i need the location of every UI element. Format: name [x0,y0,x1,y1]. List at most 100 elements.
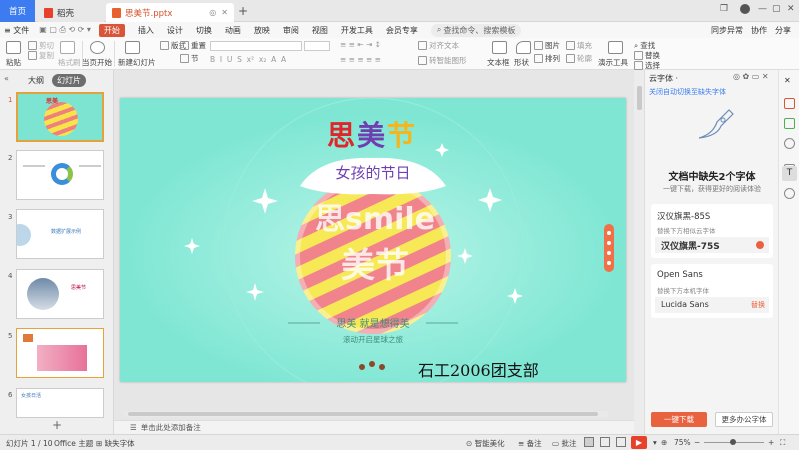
maximize-icon[interactable]: ▢ [772,4,781,14]
panel-header-icons[interactable]: ◎ ✿ ▭ ✕ [733,72,769,81]
slide-thumb-6[interactable]: 女孩日活 [16,388,104,418]
tab-start[interactable]: 开始 [98,23,125,37]
download-all-button[interactable]: 一键下载 [651,412,707,427]
tab-animation[interactable]: 动画 [225,25,241,36]
command-search[interactable]: ⌕ 查找命令、搜索模板 [430,23,522,37]
scroll-thumb[interactable] [637,86,642,110]
zoom-in-icon[interactable]: + [768,438,774,447]
shape-button[interactable]: 形状 [514,57,529,68]
share-button[interactable]: 分享 [775,25,791,36]
notes-area[interactable]: ☰ 单击此处添加备注 [114,420,634,434]
slide-thumb-4[interactable]: 思美节 [16,269,104,319]
zoom-level[interactable]: 75% [674,438,691,447]
vertical-scrollbar[interactable] [634,70,644,434]
font-panel-icon[interactable]: T [782,166,797,181]
textbox-button[interactable]: 文本框 [487,57,510,68]
tools-icon[interactable] [608,41,623,54]
align-text-button[interactable]: 对齐文本 [418,40,459,51]
smart-beautify-button[interactable]: ⊙ 智能美化 [466,438,505,449]
slide-canvas[interactable]: 思美节 女孩的节日 思smile 美节 思美 就是想得美 滚动开启星球之旅 石工… [120,98,626,382]
fill-button[interactable]: 填充 [566,40,592,51]
font-format-buttons[interactable]: B I U S x² x₂ A A [210,55,286,64]
copy-button[interactable]: 复制 [28,50,54,61]
tab-review[interactable]: 审阅 [283,25,299,36]
section-button[interactable]: 节 [180,53,199,64]
missing-fonts-status[interactable]: ⊞ 缺失字体 [96,438,135,449]
reading-view-icon[interactable] [616,437,626,447]
avatar[interactable] [740,4,750,14]
tools-button[interactable]: 演示工具 [598,57,628,68]
tab-insert[interactable]: 插入 [138,25,154,36]
auto-switch-link[interactable]: 关闭自动切换至缺失字体 [649,87,726,97]
horizontal-scrollbar[interactable] [124,411,608,417]
format-painter-button[interactable]: 格式刷 [58,57,81,68]
tab-slideshow[interactable]: 放映 [254,25,270,36]
play-from-current-icon[interactable] [90,41,105,54]
picture-button[interactable]: 图片 [534,40,560,51]
tab-controls[interactable]: ◎ ✕ [209,8,228,17]
new-slide-button[interactable]: 新建幻灯片 [118,57,156,68]
comments-toggle[interactable]: ▭ 批注 [552,438,576,449]
close-icon[interactable]: ✕ [787,4,795,14]
thumb-planet [44,102,78,136]
settings-icon[interactable] [784,138,795,149]
font-family-select[interactable] [210,41,302,51]
close-panel-icon[interactable]: ✕ [784,76,795,87]
font-size-select[interactable] [304,41,330,51]
help-icon[interactable] [784,188,795,199]
from-current-button[interactable]: 当页开始 [82,57,112,68]
sorter-view-icon[interactable] [600,437,610,447]
outline-tab[interactable]: 大纲 [28,75,44,86]
download-icon[interactable] [756,241,764,249]
slide-thumb-1[interactable]: 思美 [16,92,104,142]
scroll-thumb[interactable] [128,412,598,416]
minimize-icon[interactable]: — [758,4,767,14]
slide-thumb-5[interactable] [16,328,104,378]
tab-member[interactable]: 会员专享 [386,25,418,36]
arrange-button[interactable]: 排列 [534,53,560,64]
align-buttons[interactable]: ≡ ≡ ≡ ≡ ≡ [340,55,381,64]
outline-button[interactable]: 轮廓 [566,53,592,64]
check-icon[interactable] [784,118,795,129]
tab-transition[interactable]: 切换 [196,25,212,36]
normal-view-icon[interactable] [584,437,594,447]
notes-toggle[interactable]: ≡ 备注 [518,438,542,449]
paste-icon[interactable] [6,41,21,54]
slideshow-menu-icon[interactable]: ▾ [653,438,657,447]
slides-tab[interactable]: 幻灯片 [52,74,86,87]
new-tab-button[interactable]: + [238,4,248,18]
replace-link[interactable]: 替换 [751,300,765,310]
tab-document[interactable]: 思美节.pptx ◎ ✕ [106,3,234,22]
zoom-slider-thumb[interactable] [730,439,736,445]
tab-daoke[interactable]: 稻壳 [38,3,104,22]
home-tab[interactable]: 首页 [0,0,35,22]
replacement-font[interactable]: 汉仪旗黑-75S [655,237,769,253]
slide-thumb-2[interactable] [16,150,104,200]
tab-view[interactable]: 视图 [312,25,328,36]
paste-button[interactable]: 粘贴 [6,57,21,68]
reset-button[interactable]: 重置 [180,40,206,51]
convert-smartart-button[interactable]: 转智能图形 [418,55,467,66]
slide-thumb-3[interactable]: 数据扩展示例 [16,209,104,259]
tab-design[interactable]: 设计 [167,25,183,36]
more-fonts-button[interactable]: 更多办公字体 [715,412,773,427]
design-icon[interactable] [784,98,795,109]
collapse-panel-icon[interactable]: « [4,74,9,83]
window-layout-icon[interactable]: ❐ [720,4,728,14]
textbox-icon[interactable] [492,41,507,54]
play-slideshow-icon[interactable]: ▶ [631,436,647,449]
zoom-out-icon[interactable]: − [694,438,700,447]
copy-icon [28,51,37,60]
tab-developer[interactable]: 开发工具 [341,25,373,36]
add-slide-button[interactable]: + [52,418,62,432]
sync-status[interactable]: 同步异常 [711,25,743,36]
paragraph-buttons[interactable]: ≡ ≡ ⇤ ⇥ ↕ [340,40,381,49]
replacement-font[interactable]: Lucida Sans 替换 [655,297,769,313]
shape-icon[interactable] [516,41,531,54]
quick-access-icons[interactable]: ▣ ▢ ⎙ ⟲ ⟳ ▾ [39,25,91,35]
collaborate-button[interactable]: 协作 [751,25,767,36]
file-menu[interactable]: ≡ 文件 [4,25,29,36]
fit-window-icon[interactable]: ⛶ [780,438,785,448]
new-slide-icon[interactable] [125,41,140,54]
zoom-fit-icon[interactable]: ⊕ [661,438,667,447]
